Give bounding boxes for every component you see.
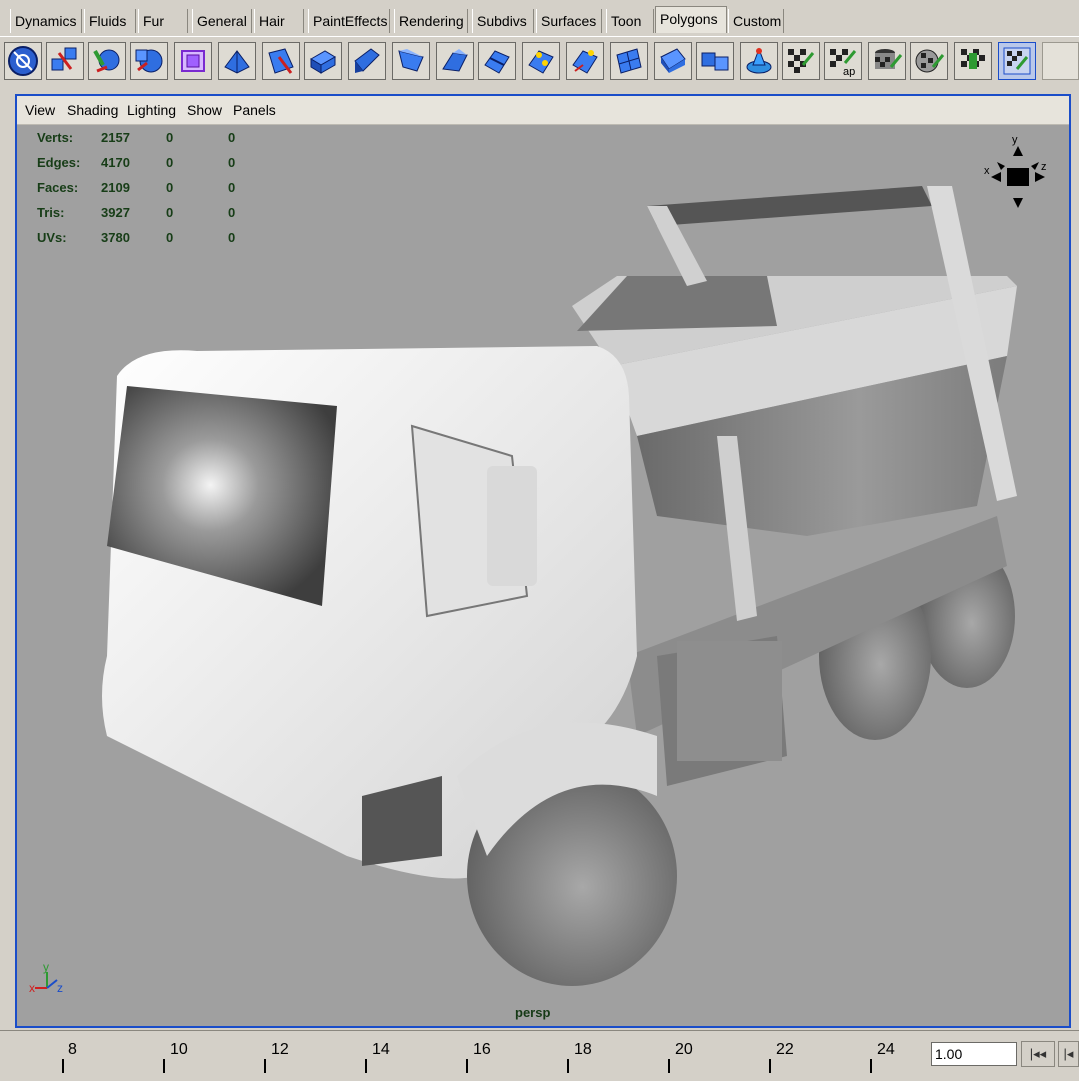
- stat-row-tris: Tris: 3927 0 0: [37, 205, 236, 220]
- tick-mark: [870, 1059, 872, 1073]
- tab-custom[interactable]: Custom: [728, 9, 784, 33]
- texture-editor-icon[interactable]: [954, 42, 992, 80]
- tick-label: 18: [574, 1041, 592, 1058]
- svg-text:y: y: [1012, 134, 1018, 146]
- tick-mark: [769, 1059, 771, 1073]
- tick-label: 10: [170, 1041, 188, 1058]
- tick-label: 16: [473, 1041, 491, 1058]
- tick-label: 12: [271, 1041, 289, 1058]
- go-to-start-icon[interactable]: |◂◂: [1021, 1041, 1055, 1067]
- tab-hair[interactable]: Hair: [254, 9, 304, 33]
- svg-text:z: z: [1041, 161, 1047, 173]
- tick-label: 20: [675, 1041, 693, 1058]
- axis-gizmo-icon: x y z: [29, 960, 63, 995]
- tab-general[interactable]: General: [192, 9, 252, 33]
- stat-row-faces: Faces: 2109 0 0: [37, 180, 236, 195]
- tick-mark: [466, 1059, 468, 1073]
- subdivide-icon[interactable]: [610, 42, 648, 80]
- tick-label: 24: [877, 1041, 895, 1058]
- step-back-icon[interactable]: |◂: [1058, 1041, 1079, 1067]
- extrude-edge-icon[interactable]: [348, 42, 386, 80]
- stat-row-verts: Verts: 2157 0 0: [37, 130, 236, 145]
- tab-subdivs[interactable]: Subdivs: [472, 9, 534, 33]
- tab-fluids[interactable]: Fluids: [84, 9, 136, 33]
- poly-plane-icon[interactable]: [262, 42, 300, 80]
- svg-text:y: y: [43, 960, 49, 974]
- poly-select-icon[interactable]: [4, 42, 42, 80]
- poly-cube-icon[interactable]: [218, 42, 256, 80]
- stat-row-edges: Edges: 4170 0 0: [37, 155, 236, 170]
- tick-mark: [668, 1059, 670, 1073]
- separate-icon[interactable]: [88, 42, 126, 80]
- combine-icon[interactable]: [46, 42, 84, 80]
- tab-dynamics[interactable]: Dynamics: [10, 9, 82, 33]
- svg-text:x: x: [29, 981, 35, 995]
- poke-face-icon[interactable]: [654, 42, 692, 80]
- time-slider[interactable]: 8 10 12 14 16 18 20 22 24 1.00 |◂◂ |◂: [0, 1030, 1079, 1081]
- tick-label: 8: [68, 1041, 77, 1058]
- tick-mark: [62, 1059, 64, 1073]
- tick-label: 14: [372, 1041, 390, 1058]
- shelf-tabs: Dynamics Fluids Fur General Hair PaintEf…: [0, 6, 1079, 36]
- automatic-mapping-icon[interactable]: ap: [824, 42, 862, 80]
- camera-name-label: persp: [515, 1005, 551, 1020]
- shelf-empty-slot: [1042, 42, 1079, 80]
- merge-vertices-icon[interactable]: [522, 42, 560, 80]
- shelf: ap: [0, 36, 1079, 89]
- tab-polygons[interactable]: Polygons: [655, 6, 727, 33]
- smooth-proxy-icon[interactable]: [174, 42, 212, 80]
- bevel-icon[interactable]: [392, 42, 430, 80]
- poly-sphere-icon[interactable]: [130, 42, 168, 80]
- wedge-face-icon[interactable]: [436, 42, 474, 80]
- stat-row-uvs: UVs: 3780 0 0: [37, 230, 236, 245]
- spherical-mapping-icon[interactable]: [910, 42, 948, 80]
- tick-mark: [365, 1059, 367, 1073]
- svg-text:x: x: [984, 165, 990, 177]
- extrude-face-icon[interactable]: [304, 42, 342, 80]
- tab-toon[interactable]: Toon: [606, 9, 654, 33]
- tab-surfaces[interactable]: Surfaces: [536, 9, 602, 33]
- tick-mark: [567, 1059, 569, 1073]
- tab-rendering[interactable]: Rendering: [394, 9, 468, 33]
- tick-mark: [163, 1059, 165, 1073]
- cylindrical-mapping-icon[interactable]: [868, 42, 906, 80]
- planar-mapping-icon[interactable]: [782, 42, 820, 80]
- perspective-viewport[interactable]: View Shading Lighting Show Panels Verts:…: [15, 94, 1071, 1028]
- extract-icon[interactable]: [740, 42, 778, 80]
- split-polygon-icon[interactable]: [478, 42, 516, 80]
- duplicate-face-icon[interactable]: [696, 42, 734, 80]
- automatic-mapping-suffix: ap: [843, 66, 855, 77]
- view-compass-icon[interactable]: y x z: [983, 132, 1053, 212]
- tick-mark: [264, 1059, 266, 1073]
- svg-text:z: z: [57, 981, 63, 995]
- tick-label: 22: [776, 1041, 794, 1058]
- uv-snapshot-icon[interactable]: [998, 42, 1036, 80]
- current-frame-field[interactable]: 1.00: [931, 1042, 1017, 1066]
- tab-fur[interactable]: Fur: [138, 9, 188, 33]
- tab-painteffects[interactable]: PaintEffects: [308, 9, 390, 33]
- append-polygon-icon[interactable]: [566, 42, 604, 80]
